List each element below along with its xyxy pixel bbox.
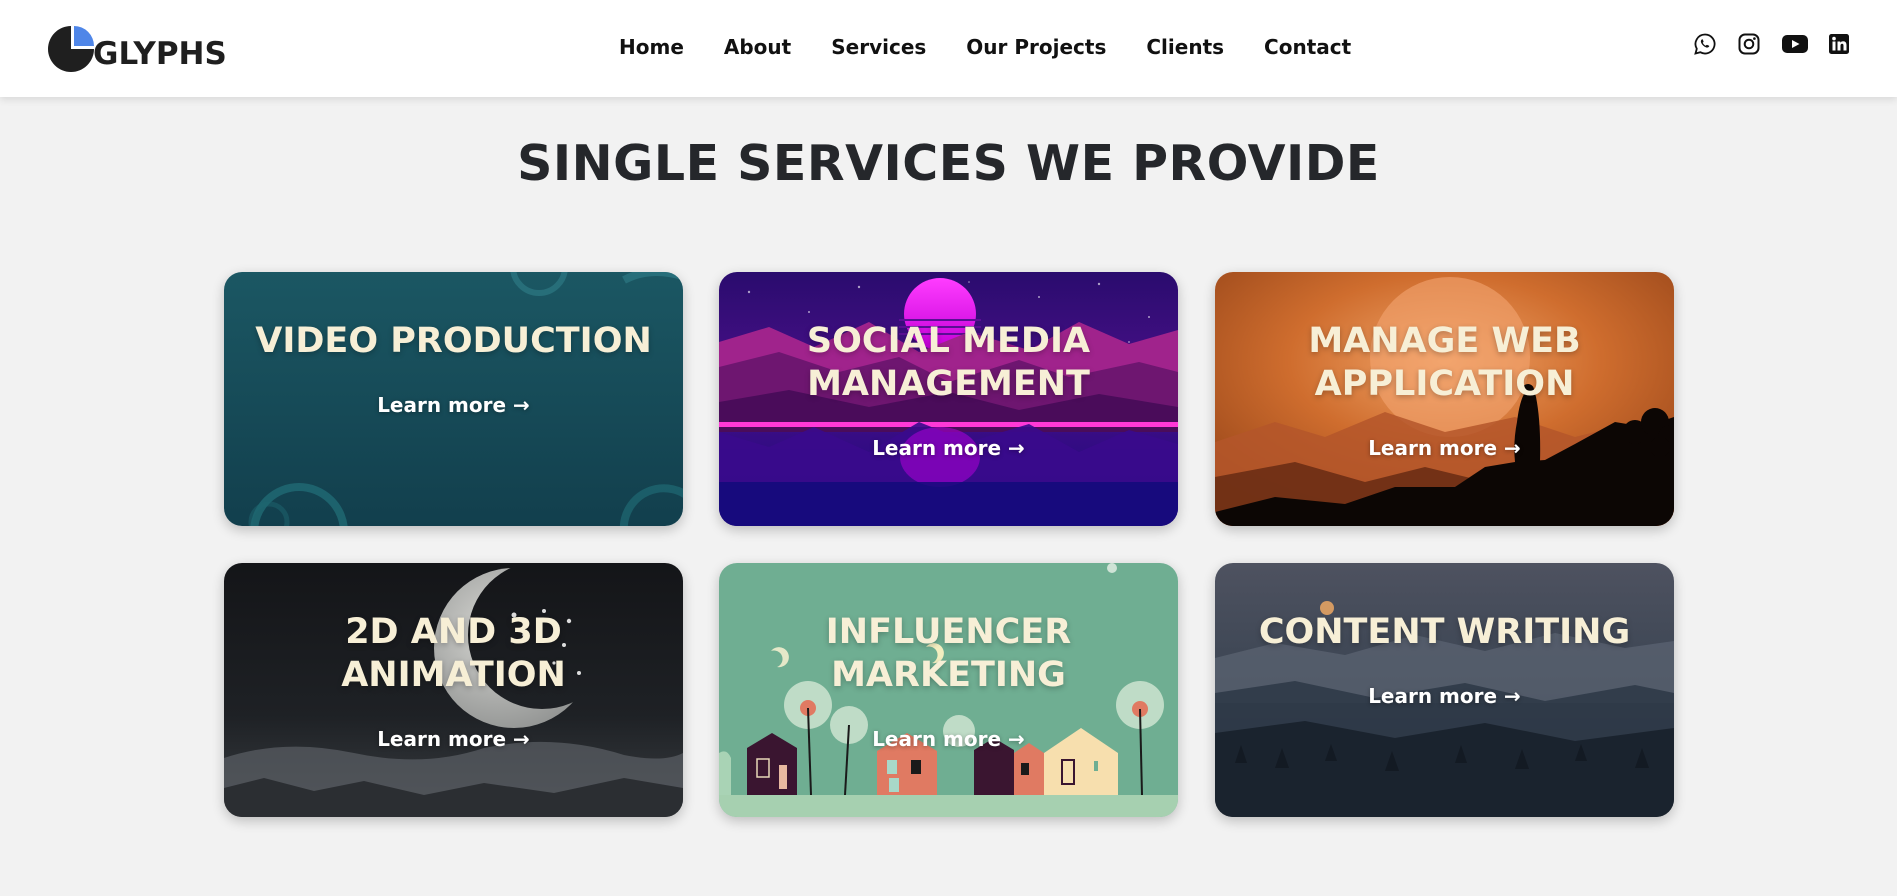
logo[interactable]: GLYPHS [47,24,227,72]
nav-about[interactable]: About [724,33,791,61]
whatsapp-icon[interactable] [1693,32,1719,58]
nav-our-projects[interactable]: Our Projects [966,33,1106,61]
card-content: SOCIAL MEDIA MANAGEMENT Learn more → [719,272,1178,526]
card-content: MANAGE WEB APPLICATION Learn more → [1215,272,1674,526]
youtube-icon[interactable] [1781,32,1809,58]
section-title: SINGLE SERVICES WE PROVIDE [517,135,1380,192]
service-card-video-production[interactable]: VIDEO PRODUCTION Learn more → [224,272,683,526]
nav-clients[interactable]: Clients [1146,33,1224,61]
card-title: 2D AND 3D ANIMATION [341,612,566,695]
linkedin-icon[interactable] [1827,32,1853,58]
service-card-social-media-management[interactable]: SOCIAL MEDIA MANAGEMENT Learn more → [719,272,1178,526]
card-content: INFLUENCER MARKETING Learn more → [719,563,1178,817]
service-card-content-writing[interactable]: CONTENT WRITING Learn more → [1215,563,1674,817]
learn-more-link[interactable]: Learn more → [872,727,1025,751]
card-title: MANAGE WEB APPLICATION [1308,321,1581,404]
learn-more-link[interactable]: Learn more → [872,436,1025,460]
card-title: VIDEO PRODUCTION [255,321,652,361]
card-title: INFLUENCER MARKETING [825,612,1072,695]
card-title: CONTENT WRITING [1258,612,1631,652]
service-card-2d-and-3d-animation[interactable]: 2D AND 3D ANIMATION Learn more → [224,563,683,817]
learn-more-link[interactable]: Learn more → [1368,684,1521,708]
card-title: SOCIAL MEDIA MANAGEMENT [806,321,1091,404]
instagram-icon[interactable] [1737,32,1763,58]
site-header: GLYPHS Home About Services Our Projects … [0,0,1897,97]
nav-home[interactable]: Home [619,33,684,61]
main-nav: Home About Services Our Projects Clients… [619,33,1351,61]
learn-more-link[interactable]: Learn more → [377,727,530,751]
nav-services[interactable]: Services [831,33,926,61]
learn-more-link[interactable]: Learn more → [1368,436,1521,460]
service-card-influencer-marketing[interactable]: INFLUENCER MARKETING Learn more → [719,563,1178,817]
card-content: VIDEO PRODUCTION Learn more → [224,272,683,526]
nav-contact[interactable]: Contact [1264,33,1351,61]
card-content: CONTENT WRITING Learn more → [1215,563,1674,817]
card-content: 2D AND 3D ANIMATION Learn more → [224,563,683,817]
learn-more-link[interactable]: Learn more → [377,393,530,417]
service-card-manage-web-application[interactable]: MANAGE WEB APPLICATION Learn more → [1215,272,1674,526]
social-links [1675,32,1853,58]
glyphs-logo-mark [48,26,94,72]
logo-text: GLYPHS [93,36,227,72]
